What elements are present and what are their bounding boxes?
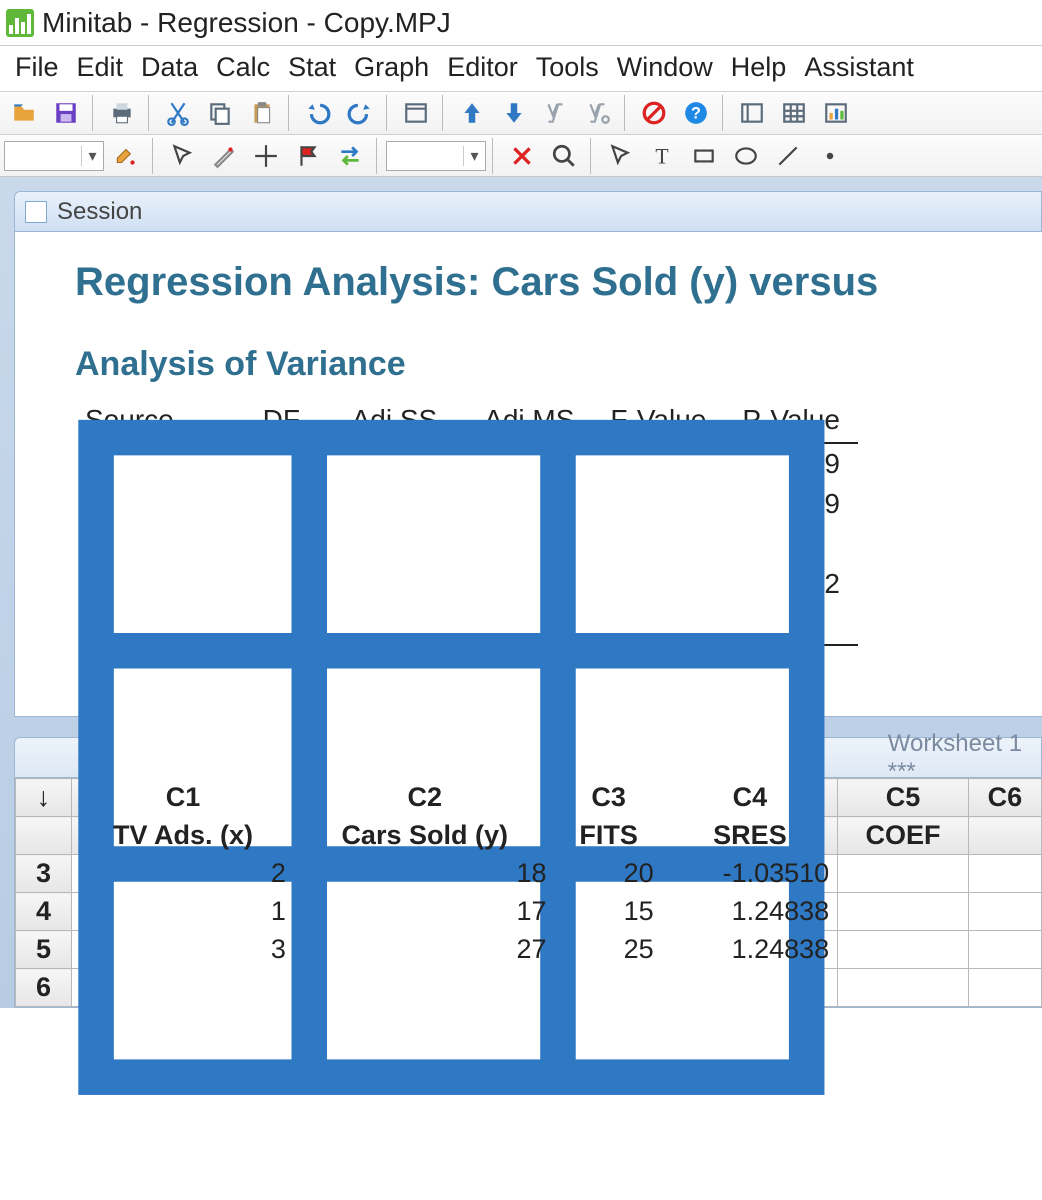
find-icon[interactable] [536, 95, 576, 131]
line-tool-icon[interactable] [768, 138, 808, 174]
swap-icon[interactable] [330, 138, 370, 174]
pointer2-icon[interactable] [600, 138, 640, 174]
new-window-icon[interactable] [396, 95, 436, 131]
column-name[interactable] [968, 817, 1041, 855]
mdi-workspace: Session Regression Analysis: Cars Sold (… [0, 177, 1042, 1008]
graph-window-icon[interactable] [816, 95, 856, 131]
redo-icon[interactable] [340, 95, 380, 131]
paint-format-icon[interactable] [106, 138, 146, 174]
menu-edit[interactable]: Edit [68, 50, 133, 85]
cancel-icon[interactable] [634, 95, 674, 131]
open-icon[interactable] [4, 95, 44, 131]
worksheet-window-titlebar[interactable]: Worksheet 1 *** [14, 737, 1042, 777]
rectangle-tool-icon[interactable] [684, 138, 724, 174]
help-icon[interactable]: ? [676, 95, 716, 131]
worksheet-window: Worksheet 1 *** ↓C1C2C3C4C5C6 TV Ads. (x… [14, 737, 1042, 1008]
session-window-icon [25, 201, 47, 223]
crosshair-icon[interactable] [246, 138, 286, 174]
save-icon[interactable] [46, 95, 86, 131]
selector-combo[interactable]: ▾ [386, 141, 486, 171]
toolbar-main: ? [0, 91, 1042, 135]
menu-tools[interactable]: Tools [527, 50, 608, 85]
text-tool-icon[interactable]: T [642, 138, 682, 174]
undo-icon[interactable] [298, 95, 338, 131]
menubar: File Edit Data Calc Stat Graph Editor To… [0, 46, 1042, 91]
menu-graph[interactable]: Graph [345, 50, 438, 85]
menu-data[interactable]: Data [132, 50, 207, 85]
session-window-icon[interactable] [732, 95, 772, 131]
menu-window[interactable]: Window [608, 50, 722, 85]
grid-cell[interactable] [968, 855, 1041, 893]
paste-icon[interactable] [242, 95, 282, 131]
worksheet-window-icon[interactable] [774, 95, 814, 131]
brush-icon[interactable] [204, 138, 244, 174]
zoom-icon[interactable] [544, 138, 584, 174]
toolbar-edit: ▾ ▾ T [0, 135, 1042, 177]
session-window-title: Session [57, 198, 142, 226]
print-icon[interactable] [102, 95, 142, 131]
copy-icon[interactable] [200, 95, 240, 131]
menu-editor[interactable]: Editor [438, 50, 527, 85]
svg-text:?: ? [691, 104, 701, 122]
session-window-titlebar[interactable]: Session [14, 191, 1042, 231]
arrow-up-icon[interactable] [452, 95, 492, 131]
arrow-down-icon[interactable] [494, 95, 534, 131]
app-title: Minitab - Regression - Copy.MPJ [42, 7, 451, 39]
grid-cell[interactable] [968, 969, 1041, 1007]
cut-icon[interactable] [158, 95, 198, 131]
grid-cell[interactable] [968, 931, 1041, 969]
menu-assistant[interactable]: Assistant [795, 50, 923, 85]
app-logo-icon [6, 9, 34, 37]
grid-cell[interactable] [968, 893, 1041, 931]
worksheet-icon [25, 331, 878, 1184]
app-titlebar: Minitab - Regression - Copy.MPJ [0, 0, 1042, 46]
flag-icon[interactable] [288, 138, 328, 174]
menu-stat[interactable]: Stat [279, 50, 345, 85]
delete-x-icon[interactable] [502, 138, 542, 174]
menu-help[interactable]: Help [722, 50, 796, 85]
font-combo[interactable]: ▾ [4, 141, 104, 171]
select-pointer-icon[interactable] [162, 138, 202, 174]
find-next-icon[interactable] [578, 95, 618, 131]
menu-file[interactable]: File [6, 50, 68, 85]
marker-tool-icon[interactable] [810, 138, 850, 174]
menu-calc[interactable]: Calc [207, 50, 279, 85]
svg-text:T: T [655, 144, 668, 168]
ellipse-tool-icon[interactable] [726, 138, 766, 174]
worksheet-window-title: Worksheet 1 *** [888, 730, 1031, 786]
report-title: Regression Analysis: Cars Sold (y) versu… [75, 260, 1042, 305]
